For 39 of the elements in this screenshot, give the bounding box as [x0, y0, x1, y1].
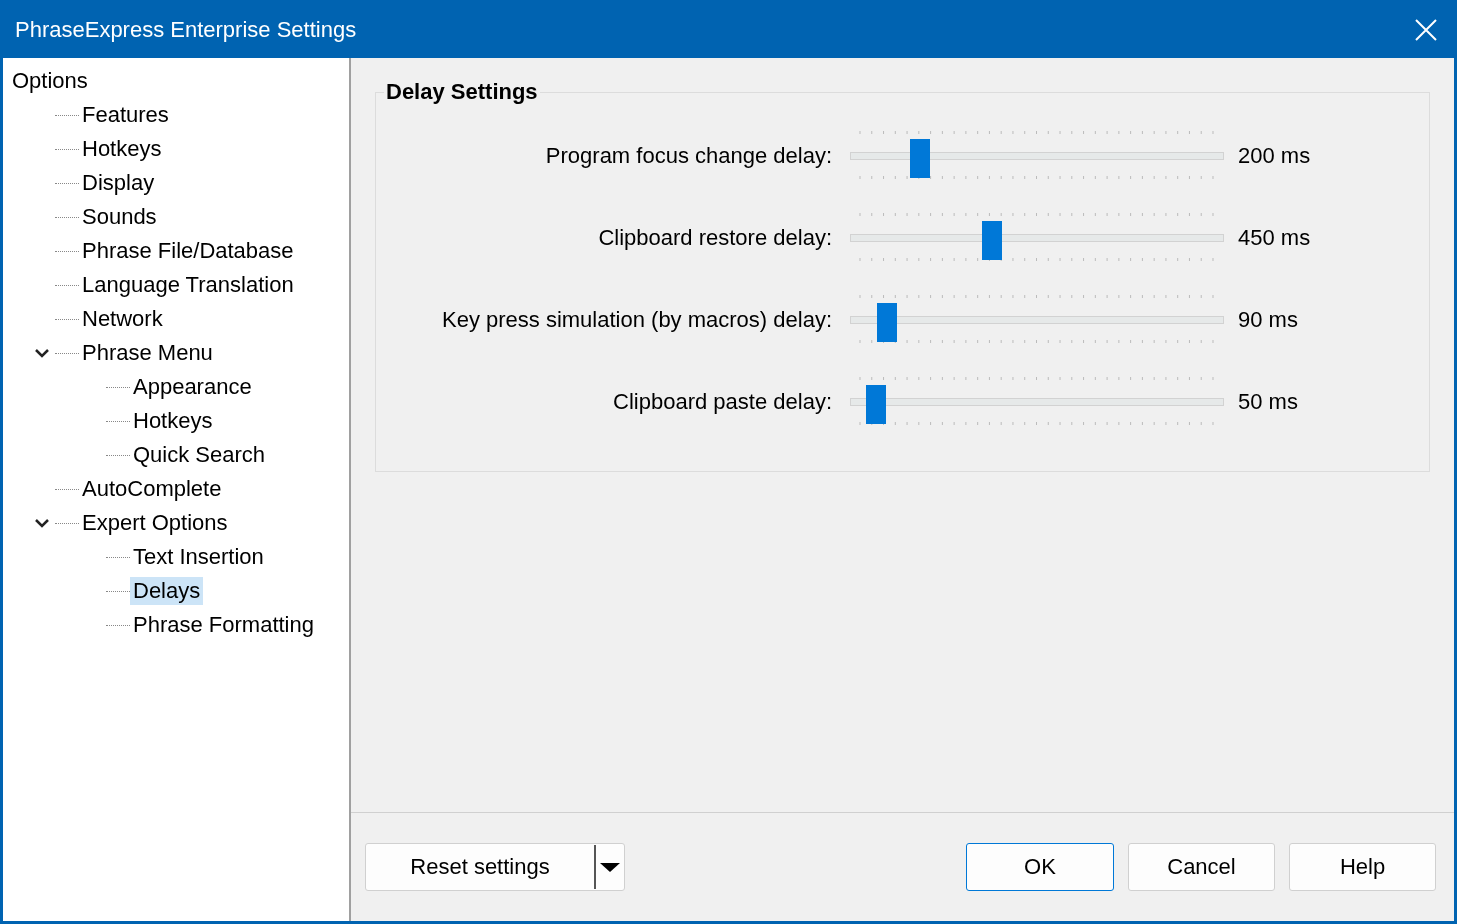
delay-slider[interactable]	[850, 131, 1224, 181]
tree-item[interactable]: AutoComplete	[79, 475, 225, 503]
tree-item[interactable]: Appearance	[130, 373, 255, 401]
slider-label: Clipboard restore delay:	[598, 225, 833, 251]
delay-slider[interactable]	[850, 377, 1224, 427]
slider-value: 50 ms	[1237, 389, 1299, 415]
slider-value: 90 ms	[1237, 307, 1299, 333]
tree-item[interactable]: Text Insertion	[130, 543, 267, 571]
tree-item[interactable]: Phrase Menu	[79, 339, 216, 367]
tree-item[interactable]: Phrase Formatting	[130, 611, 317, 639]
slider-label: Program focus change delay:	[545, 143, 833, 169]
tree-item[interactable]: Expert Options	[79, 509, 231, 537]
window-title: PhraseExpress Enterprise Settings	[15, 16, 357, 43]
tree-item[interactable]: Hotkeys	[79, 135, 165, 163]
slider-thumb[interactable]	[909, 139, 930, 178]
tree-item[interactable]: Hotkeys	[130, 407, 216, 435]
tree-item[interactable]: Features	[79, 101, 172, 129]
ok-button[interactable]: OK	[966, 843, 1114, 891]
delay-slider[interactable]	[850, 213, 1224, 263]
tree-item[interactable]: Display	[79, 169, 158, 197]
tree-item[interactable]: Network	[79, 305, 166, 333]
close-icon	[1415, 18, 1437, 41]
cancel-button[interactable]: Cancel	[1128, 843, 1275, 891]
tree-item[interactable]: Delays	[130, 577, 204, 605]
tree-item[interactable]: Phrase File/Database	[79, 237, 297, 265]
slider-thumb[interactable]	[865, 385, 886, 424]
slider-thumb[interactable]	[876, 303, 897, 342]
tree-item[interactable]: Options	[9, 67, 91, 95]
slider-label: Key press simulation (by macros) delay:	[441, 307, 833, 333]
tree-item[interactable]: Language Translation	[79, 271, 297, 299]
delay-slider[interactable]	[850, 295, 1224, 345]
slider-value: 450 ms	[1237, 225, 1312, 251]
slider-thumb[interactable]	[982, 221, 1003, 260]
tree-item[interactable]: Quick Search	[130, 441, 269, 469]
slider-value: 200 ms	[1237, 143, 1312, 169]
tree-item[interactable]: Sounds	[79, 203, 160, 231]
help-button[interactable]: Help	[1289, 843, 1436, 891]
reset-settings-button[interactable]: Reset settings	[365, 843, 625, 891]
slider-label: Clipboard paste delay:	[613, 389, 833, 415]
